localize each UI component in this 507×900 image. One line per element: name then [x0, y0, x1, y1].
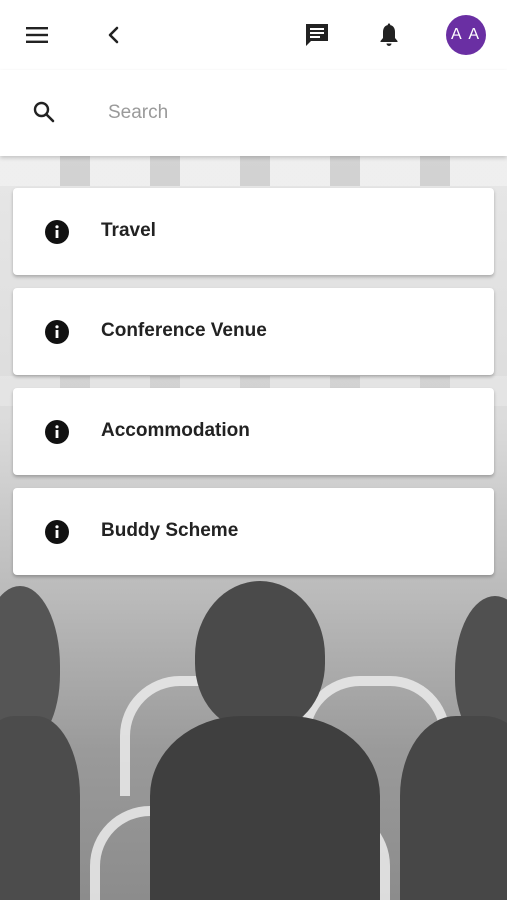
menu-item-label: Buddy Scheme [101, 520, 239, 541]
chat-button[interactable] [297, 15, 337, 55]
info-icon [45, 520, 69, 544]
menu-item-label: Travel [101, 220, 156, 241]
search-icon [33, 101, 55, 123]
notifications-button[interactable] [369, 15, 409, 55]
menu-item-accommodation[interactable]: Accommodation [13, 388, 494, 475]
chevron-left-icon [108, 26, 119, 44]
info-icon [45, 220, 69, 244]
search-input[interactable] [108, 98, 478, 128]
avatar-initials: A A [450, 26, 482, 43]
menu-item-travel[interactable]: Travel [13, 188, 494, 275]
menu-item-label: Accommodation [101, 420, 250, 441]
bell-icon [380, 23, 398, 46]
menu-item-buddy-scheme[interactable]: Buddy Scheme [13, 488, 494, 575]
back-button[interactable] [94, 15, 134, 55]
info-icon [45, 320, 69, 344]
menu-button[interactable] [17, 15, 57, 55]
search-bar [0, 70, 507, 156]
menu-item-conference-venue[interactable]: Conference Venue [13, 288, 494, 375]
top-app-bar: A A [0, 0, 507, 70]
menu-item-label: Conference Venue [101, 320, 267, 341]
hamburger-menu-icon [26, 27, 48, 43]
search-button[interactable] [24, 92, 64, 132]
info-icon [45, 420, 69, 444]
user-avatar[interactable]: A A [446, 15, 486, 55]
chat-icon [306, 24, 328, 46]
